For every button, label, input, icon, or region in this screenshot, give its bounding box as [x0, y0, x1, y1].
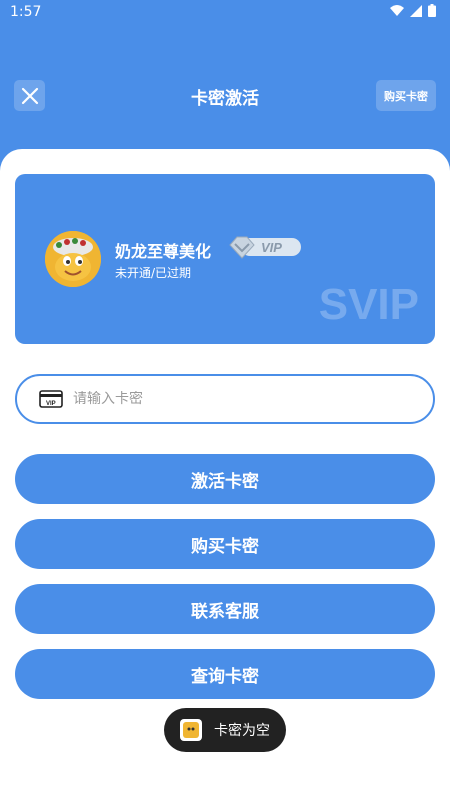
- vip-badge: VIP: [227, 234, 303, 264]
- buy-card-header-button[interactable]: 购买卡密: [376, 80, 436, 111]
- svip-watermark: SVIP: [318, 280, 419, 329]
- card-key-input[interactable]: [73, 391, 393, 407]
- signal-icon: [410, 4, 422, 17]
- status-icons: [390, 4, 436, 17]
- buy-card-button[interactable]: 购买卡密: [15, 519, 435, 569]
- vip-card: 奶龙至尊美化 VIP 未开通/已过期 SVIP: [15, 174, 435, 344]
- vip-name: 奶龙至尊美化: [115, 242, 212, 261]
- toast: 卡密为空: [164, 708, 286, 752]
- wifi-icon: [390, 4, 404, 16]
- vip-badge-label: VIP: [261, 240, 282, 255]
- contact-support-button[interactable]: 联系客服: [15, 584, 435, 634]
- toast-message: 卡密为空: [214, 723, 270, 739]
- avatar-image: [45, 231, 101, 287]
- battery-icon: [428, 4, 436, 17]
- header: 卡密激活 购买卡密: [0, 70, 450, 120]
- vip-status: 未开通/已过期: [115, 266, 192, 280]
- app-icon: [180, 719, 202, 741]
- activate-card-button[interactable]: 激活卡密: [15, 454, 435, 504]
- status-time: 1:57: [10, 4, 42, 20]
- status-bar: 1:57: [0, 0, 450, 26]
- vip-card-icon: VIP: [39, 390, 63, 408]
- avatar: [45, 231, 101, 287]
- content-sheet: 奶龙至尊美化 VIP 未开通/已过期 SVIP VIP 激活卡密 购买卡密 联系…: [0, 149, 450, 800]
- query-card-button[interactable]: 查询卡密: [15, 649, 435, 699]
- vip-diamond-icon: VIP: [229, 236, 301, 259]
- svg-text:VIP: VIP: [46, 401, 56, 407]
- card-input-container[interactable]: VIP: [15, 374, 435, 424]
